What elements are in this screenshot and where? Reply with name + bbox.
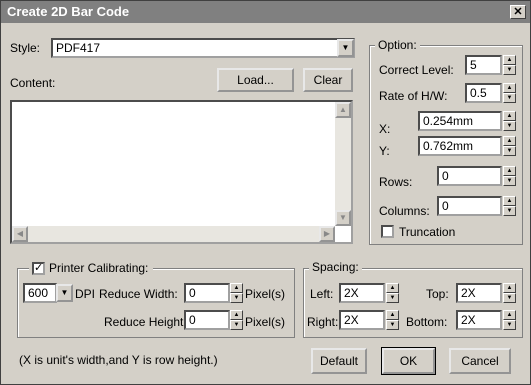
correct-level-input[interactable]: 5: [465, 55, 502, 75]
columns-spinner[interactable]: ▲ ▼: [503, 196, 516, 216]
reduce-width-label: Reduce Width:: [99, 287, 178, 301]
printer-calibrating-header: ✓ Printer Calibrating:: [29, 260, 153, 276]
rows-spinner[interactable]: ▲ ▼: [503, 166, 516, 186]
spin-down-icon[interactable]: ▼: [503, 121, 516, 131]
spin-up-icon[interactable]: ▲: [230, 310, 243, 320]
x-input[interactable]: 0.254mm: [418, 111, 502, 131]
title-bar[interactable]: Create 2D Bar Code ✕: [1, 1, 530, 23]
reduce-height-unit: Pixel(s): [245, 315, 286, 329]
rows-label: Rows:: [379, 175, 413, 189]
spin-down-icon[interactable]: ▼: [503, 176, 516, 186]
spin-down-icon[interactable]: ▼: [503, 93, 516, 103]
y-input[interactable]: 0.762mm: [418, 136, 502, 156]
style-dropdown-arrow-icon[interactable]: ▼: [337, 39, 354, 57]
spin-down-icon[interactable]: ▼: [386, 293, 399, 303]
content-textarea[interactable]: ▲ ▼ ◀ ▶: [10, 100, 353, 244]
spacing-right-spinner[interactable]: ▲ ▼: [386, 310, 399, 330]
spin-up-icon[interactable]: ▲: [503, 136, 516, 146]
printer-calibrating-checkbox[interactable]: ✓: [32, 262, 45, 275]
spin-down-icon[interactable]: ▼: [230, 293, 243, 303]
reduce-width-input[interactable]: 0: [184, 283, 230, 303]
scroll-left-icon[interactable]: ◀: [12, 226, 28, 242]
spin-down-icon[interactable]: ▼: [503, 320, 516, 330]
vertical-scrollbar[interactable]: ▲ ▼: [335, 102, 351, 226]
dpi-dropdown-arrow-icon[interactable]: ▼: [56, 284, 73, 302]
spin-down-icon[interactable]: ▼: [503, 293, 516, 303]
reduce-height-spinner[interactable]: ▲ ▼: [230, 310, 243, 330]
scroll-up-icon[interactable]: ▲: [335, 102, 351, 118]
reduce-width-unit: Pixel(s): [245, 287, 286, 301]
rate-hw-spinner[interactable]: ▲ ▼: [503, 83, 516, 103]
spacing-bottom-spinner[interactable]: ▲ ▼: [503, 310, 516, 330]
spacing-title: Spacing:: [309, 260, 362, 274]
clear-button[interactable]: Clear: [303, 68, 353, 92]
x-label: X:: [379, 122, 391, 136]
spin-up-icon[interactable]: ▲: [503, 310, 516, 320]
spacing-right-label: Right:: [307, 315, 339, 329]
cancel-button[interactable]: Cancel: [449, 348, 511, 374]
ok-button[interactable]: OK: [381, 347, 436, 375]
rate-hw-label: Rate of H/W:: [379, 89, 448, 103]
load-button[interactable]: Load...: [217, 68, 294, 92]
create-2d-barcode-dialog: Create 2D Bar Code ✕ Style: PDF417 ▼ Con…: [0, 0, 531, 385]
spin-up-icon[interactable]: ▲: [503, 111, 516, 121]
spin-down-icon[interactable]: ▼: [503, 146, 516, 156]
spacing-bottom-label: Bottom:: [406, 315, 448, 329]
dpi-label: DPI: [75, 287, 96, 301]
spin-up-icon[interactable]: ▲: [503, 283, 516, 293]
spin-up-icon[interactable]: ▲: [386, 283, 399, 293]
content-label: Content:: [10, 76, 56, 90]
rate-hw-input[interactable]: 0.5: [465, 83, 502, 103]
spin-down-icon[interactable]: ▼: [503, 65, 516, 75]
x-spinner[interactable]: ▲ ▼: [503, 111, 516, 131]
spacing-top-spinner[interactable]: ▲ ▼: [503, 283, 516, 303]
reduce-width-spinner[interactable]: ▲ ▼: [230, 283, 243, 303]
spacing-left-spinner[interactable]: ▲ ▼: [386, 283, 399, 303]
window-title: Create 2D Bar Code: [7, 4, 130, 19]
spin-down-icon[interactable]: ▼: [230, 320, 243, 330]
y-spinner[interactable]: ▲ ▼: [503, 136, 516, 156]
spin-up-icon[interactable]: ▲: [503, 196, 516, 206]
rows-input[interactable]: 0: [437, 166, 502, 186]
reduce-height-label: Reduce Height:: [104, 315, 187, 329]
columns-label: Columns:: [379, 204, 430, 218]
spacing-left-label: Left:: [310, 287, 334, 301]
close-icon[interactable]: ✕: [510, 5, 526, 19]
footer-note: (X is unit's width,and Y is row height.): [19, 353, 218, 367]
spin-up-icon[interactable]: ▲: [386, 310, 399, 320]
dpi-select[interactable]: 600: [23, 283, 57, 303]
spin-up-icon[interactable]: ▲: [503, 83, 516, 93]
scroll-down-icon[interactable]: ▼: [335, 210, 351, 226]
scroll-right-icon[interactable]: ▶: [319, 226, 335, 242]
truncation-checkbox[interactable]: [381, 225, 394, 238]
default-button[interactable]: Default: [311, 348, 367, 374]
style-label: Style:: [10, 41, 41, 55]
y-label: Y:: [379, 144, 390, 158]
option-title: Option:: [375, 38, 420, 52]
printer-calibrating-label: Printer Calibrating:: [49, 261, 149, 275]
spin-down-icon[interactable]: ▼: [503, 206, 516, 216]
spacing-right-input[interactable]: 2X: [339, 310, 385, 330]
spin-up-icon[interactable]: ▲: [230, 283, 243, 293]
style-select[interactable]: PDF417: [51, 38, 355, 58]
spin-down-icon[interactable]: ▼: [386, 320, 399, 330]
horizontal-scrollbar[interactable]: ◀ ▶: [12, 226, 335, 242]
columns-input[interactable]: 0: [437, 196, 502, 216]
spacing-top-input[interactable]: 2X: [456, 283, 502, 303]
spacing-bottom-input[interactable]: 2X: [456, 310, 502, 330]
spin-up-icon[interactable]: ▲: [503, 166, 516, 176]
spin-up-icon[interactable]: ▲: [503, 55, 516, 65]
spacing-left-input[interactable]: 2X: [339, 283, 385, 303]
correct-level-spinner[interactable]: ▲ ▼: [503, 55, 516, 75]
spacing-top-label: Top:: [426, 287, 449, 301]
correct-level-label: Correct Level:: [379, 63, 454, 77]
reduce-height-input[interactable]: 0: [184, 310, 230, 330]
truncation-label: Truncation: [399, 225, 456, 239]
